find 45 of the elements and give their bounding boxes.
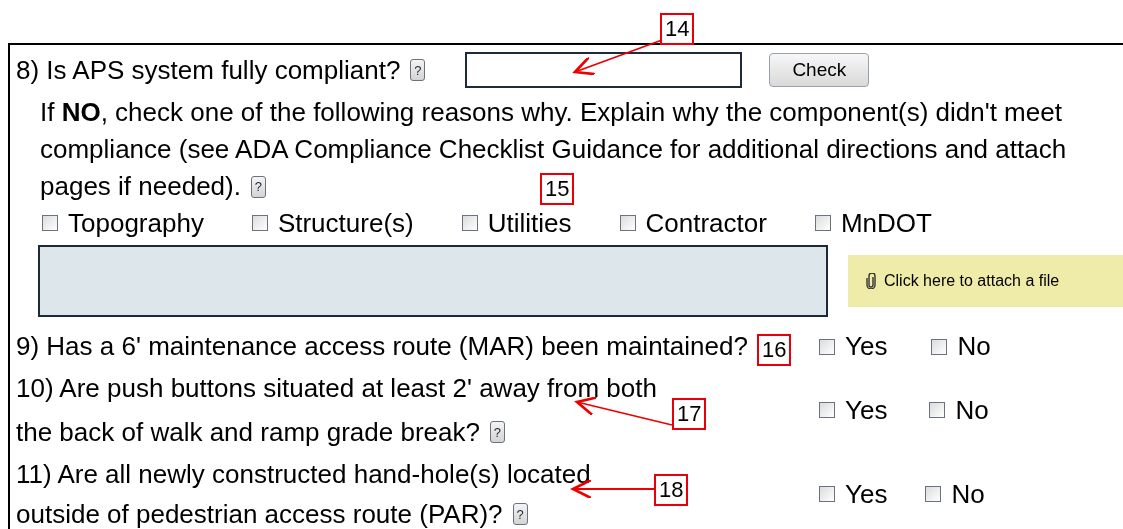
checkbox-label: Utilities — [487, 206, 572, 240]
annotation-label: 15 — [540, 173, 575, 205]
checkbox-label: Contractor — [645, 206, 767, 240]
instruction-text: If NO, check one of the following reasons why. Explain why the component(s) didn't meet — [40, 96, 1062, 129]
check-button[interactable]: Check — [769, 53, 870, 87]
instruction-text: pages if needed). — [40, 170, 241, 203]
checkbox[interactable] — [819, 338, 835, 355]
checkbox-label: Structure(s) — [277, 206, 414, 240]
annotation-label: 16 — [757, 334, 792, 366]
explanation-field[interactable] — [38, 245, 828, 317]
instruction-text: compliance (see ADA Compliance Checklist Guidance for additional directions and attach — [40, 133, 1067, 166]
annotation-label: 17 — [672, 398, 707, 430]
checkbox[interactable] — [461, 215, 478, 231]
checkbox[interactable] — [814, 215, 831, 231]
checkbox[interactable] — [251, 215, 268, 231]
answer-field[interactable] — [465, 52, 743, 88]
question-text: outside of pedestrian access route (PAR)? — [16, 497, 503, 529]
paperclip-icon — [866, 273, 876, 289]
checkbox[interactable] — [925, 486, 942, 502]
checkbox-label: Topography — [68, 206, 204, 240]
checkbox-label: Yes — [845, 330, 888, 363]
checkbox-label: Yes — [845, 393, 888, 427]
checkbox-label: No — [955, 393, 989, 427]
help-button[interactable]: ? — [250, 175, 266, 198]
question-text: 9) Has a 6' maintenance access route (MAR) been maintained? — [16, 330, 748, 363]
question-text: 11) Are all newly constructed hand-hole(s) located — [16, 457, 591, 491]
attach-file-button[interactable]: Click here to attach a file — [848, 255, 1123, 307]
checkbox-label: No — [957, 330, 991, 363]
checkbox-label: No — [951, 477, 985, 511]
checkbox-label: MnDOT — [840, 206, 932, 240]
checkbox[interactable] — [819, 486, 835, 502]
checkbox[interactable] — [42, 215, 58, 231]
checkbox[interactable] — [929, 402, 946, 418]
help-button[interactable]: ? — [489, 421, 505, 443]
checkbox-label: Yes — [845, 477, 888, 511]
annotation-label: 14 — [660, 13, 695, 45]
question-text: 10) Are push buttons situated at least 2' away from both — [16, 371, 657, 405]
help-button[interactable]: ? — [410, 59, 426, 81]
question-text: 8) Is APS system fully compliant? — [16, 53, 401, 87]
annotation-label: 18 — [654, 474, 689, 506]
help-button[interactable]: ? — [512, 503, 528, 525]
checkbox[interactable] — [619, 215, 636, 231]
checkbox[interactable] — [931, 338, 948, 355]
question-text: the back of walk and ramp grade break? — [16, 415, 480, 449]
checkbox[interactable] — [819, 402, 835, 418]
